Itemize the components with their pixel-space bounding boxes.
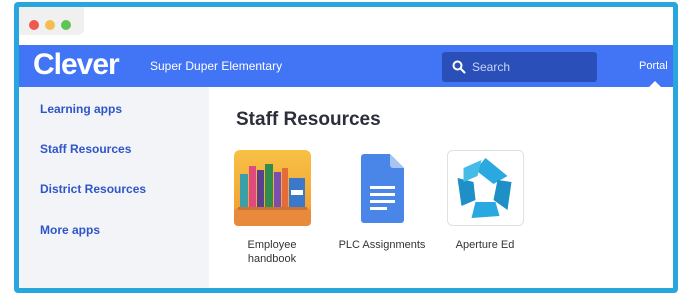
app-tile-plc-assignments[interactable]: PLC Assignments bbox=[337, 150, 427, 252]
portal-link[interactable]: Portal bbox=[639, 60, 668, 72]
sidebar-item-learning-apps[interactable]: Learning apps bbox=[40, 102, 122, 116]
minimize-window-button[interactable] bbox=[45, 20, 55, 30]
google-docs-icon bbox=[360, 154, 404, 223]
district-name: Super Duper Elementary bbox=[150, 59, 283, 73]
sidebar: Learning apps Staff Resources District R… bbox=[19, 87, 209, 288]
app-tile-employee-handbook[interactable]: Employee handbook bbox=[227, 150, 317, 266]
aperture-icon bbox=[446, 150, 524, 226]
search-icon bbox=[452, 60, 466, 74]
window-titlebar bbox=[19, 7, 673, 45]
top-navbar: Clever Super Duper Elementary Portal bbox=[19, 45, 673, 87]
sidebar-item-staff-resources[interactable]: Staff Resources bbox=[40, 142, 131, 156]
sidebar-item-district-resources[interactable]: District Resources bbox=[40, 182, 146, 196]
app-label: PLC Assignments bbox=[338, 239, 426, 251]
app-label: Aperture Ed bbox=[455, 239, 515, 251]
search-box[interactable] bbox=[442, 52, 597, 82]
page-title: Staff Resources bbox=[236, 109, 381, 130]
main-content: Staff Resources Employee handbook PLC As… bbox=[209, 87, 673, 288]
app-tile-aperture-ed[interactable]: Aperture Ed bbox=[440, 150, 530, 252]
browser-window: Clever Super Duper Elementary Portal Lea… bbox=[14, 2, 678, 293]
app-label: Employee handbook bbox=[247, 239, 297, 265]
search-input[interactable] bbox=[472, 52, 592, 82]
clever-logo[interactable]: Clever bbox=[33, 48, 120, 82]
bookshelf-icon bbox=[233, 150, 311, 226]
maximize-window-button[interactable] bbox=[61, 20, 71, 30]
close-window-button[interactable] bbox=[29, 20, 39, 30]
sidebar-item-more-apps[interactable]: More apps bbox=[40, 223, 100, 237]
